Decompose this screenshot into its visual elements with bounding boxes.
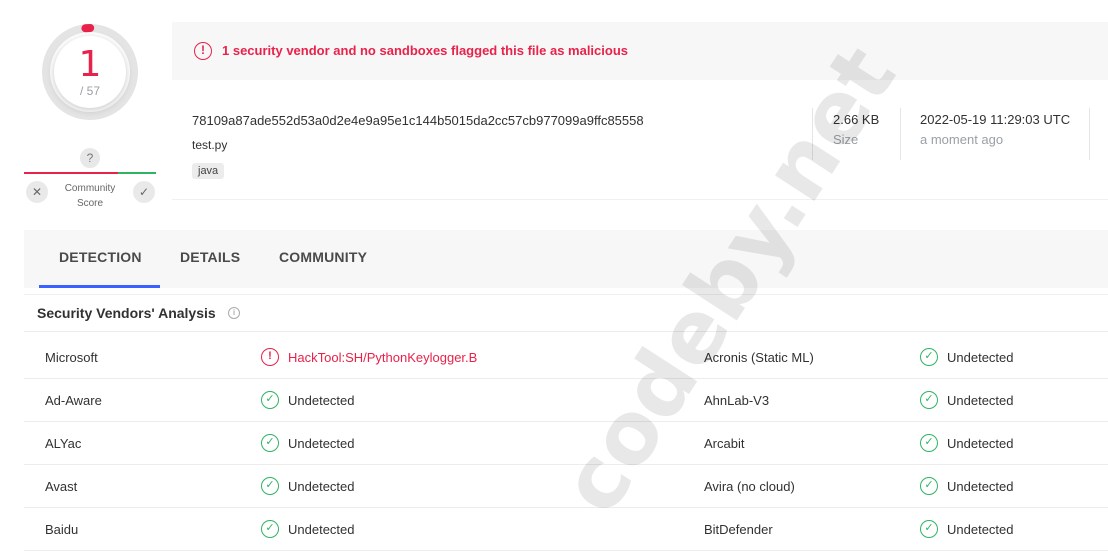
- close-icon[interactable]: ✕: [26, 181, 48, 203]
- check-icon: ✓: [261, 434, 279, 452]
- vendor-name: ALYac: [45, 436, 82, 451]
- community-score-bar-positive: [118, 172, 156, 174]
- file-hash[interactable]: 78109a87ade552d53a0d2e4e9a95e1c144b5015d…: [192, 113, 644, 128]
- security-vendors-header: Security Vendors' Analysis i: [24, 294, 1108, 332]
- check-icon: ✓: [261, 391, 279, 409]
- tab-details[interactable]: DETAILS: [180, 249, 240, 265]
- vendor-results-table: Microsoft! HackTool:SH/PythonKeylogger.B A…: [24, 336, 1108, 551]
- detection-total: / 57: [79, 84, 100, 98]
- community-score-label: Community Score: [54, 181, 126, 211]
- info-icon[interactable]: i: [228, 307, 240, 319]
- undetected-result: Undetected: [947, 479, 1014, 494]
- report-tabs: DETECTION DETAILS COMMUNITY: [24, 230, 1108, 288]
- malicious-alert-banner: ! 1 security vendor and no sandboxes fla…: [172, 22, 1108, 80]
- divider: [900, 108, 901, 160]
- undetected-result: Undetected: [288, 436, 355, 451]
- check-icon: ✓: [261, 520, 279, 538]
- community-score-bar-negative: [24, 172, 118, 174]
- check-icon: ✓: [920, 348, 938, 366]
- community-score-question-icon: ?: [80, 148, 100, 168]
- table-row: Ad-Aware ✓ Undetected AhnLab-V3 ✓ Undetected: [24, 379, 1108, 422]
- vendor-name: Arcabit: [704, 436, 745, 451]
- vendor-name: Ad-Aware: [45, 393, 102, 408]
- community-score-label-line1: Community: [64, 183, 116, 194]
- vendor-name: Avira (no cloud): [704, 479, 795, 494]
- detection-result: HackTool:SH/PythonKeylogger.B: [288, 350, 478, 365]
- score-widget: 1 / 57 ? ✕ Community Score ✓: [24, 18, 156, 213]
- active-tab-indicator: [39, 285, 160, 288]
- tab-community[interactable]: COMMUNITY: [279, 249, 367, 265]
- undetected-result: Undetected: [947, 393, 1014, 408]
- table-row: Avast ✓ Undetected Avira (no cloud) ✓ Undetec…: [24, 465, 1108, 508]
- score-center: 1 / 57: [54, 36, 126, 108]
- alert-icon: !: [261, 348, 279, 366]
- detection-count: 1: [78, 44, 102, 85]
- alert-icon: !: [194, 42, 212, 60]
- undetected-result: Undetected: [288, 479, 355, 494]
- check-icon[interactable]: ✓: [133, 181, 155, 203]
- vendor-name: Acronis (Static ML): [704, 350, 814, 365]
- vendor-name: Microsoft: [45, 350, 98, 365]
- analysis-date-value: 2022-05-19 11:29:03 UTC: [920, 112, 1071, 127]
- undetected-result: Undetected: [947, 350, 1014, 365]
- alert-text: 1 security vendor and no sandboxes flagg…: [222, 43, 629, 58]
- undetected-result: Undetected: [288, 393, 355, 408]
- undetected-result: Undetected: [288, 522, 355, 537]
- vendor-name: BitDefender: [704, 522, 773, 537]
- file-name: test.py: [192, 138, 228, 152]
- vendor-name: Avast: [45, 479, 78, 494]
- undetected-result: Undetected: [947, 436, 1014, 451]
- file-info-card: 78109a87ade552d53a0d2e4e9a95e1c144b5015d…: [172, 80, 1108, 200]
- table-row: Baidu ✓ Undetected BitDefender ✓ Undetected: [24, 508, 1108, 551]
- vendor-name: AhnLab-V3: [704, 393, 770, 408]
- divider: [1089, 108, 1090, 160]
- community-score-label-line2: Score: [76, 198, 104, 209]
- analysis-date-relative: a moment ago: [920, 132, 1004, 147]
- detection-score-donut: 1 / 57: [40, 22, 140, 122]
- check-icon: ✓: [920, 477, 938, 495]
- section-title: Security Vendors' Analysis: [37, 305, 216, 321]
- check-icon: ✓: [920, 434, 938, 452]
- file-tag[interactable]: java: [192, 163, 225, 179]
- check-icon: ✓: [920, 520, 938, 538]
- table-row: ALYac ✓ Undetected Arcabit ✓ Undetected: [24, 422, 1108, 465]
- divider: [812, 108, 813, 160]
- file-size-value: 2.66 KB: [833, 112, 880, 127]
- check-icon: ✓: [261, 477, 279, 495]
- file-size-label: Size: [833, 132, 859, 147]
- check-icon: ✓: [920, 391, 938, 409]
- table-row: Microsoft! HackTool:SH/PythonKeylogger.B A…: [24, 336, 1108, 379]
- vendor-name: Baidu: [45, 522, 79, 537]
- undetected-result: Undetected: [947, 522, 1014, 537]
- tab-detection[interactable]: DETECTION: [59, 249, 142, 265]
